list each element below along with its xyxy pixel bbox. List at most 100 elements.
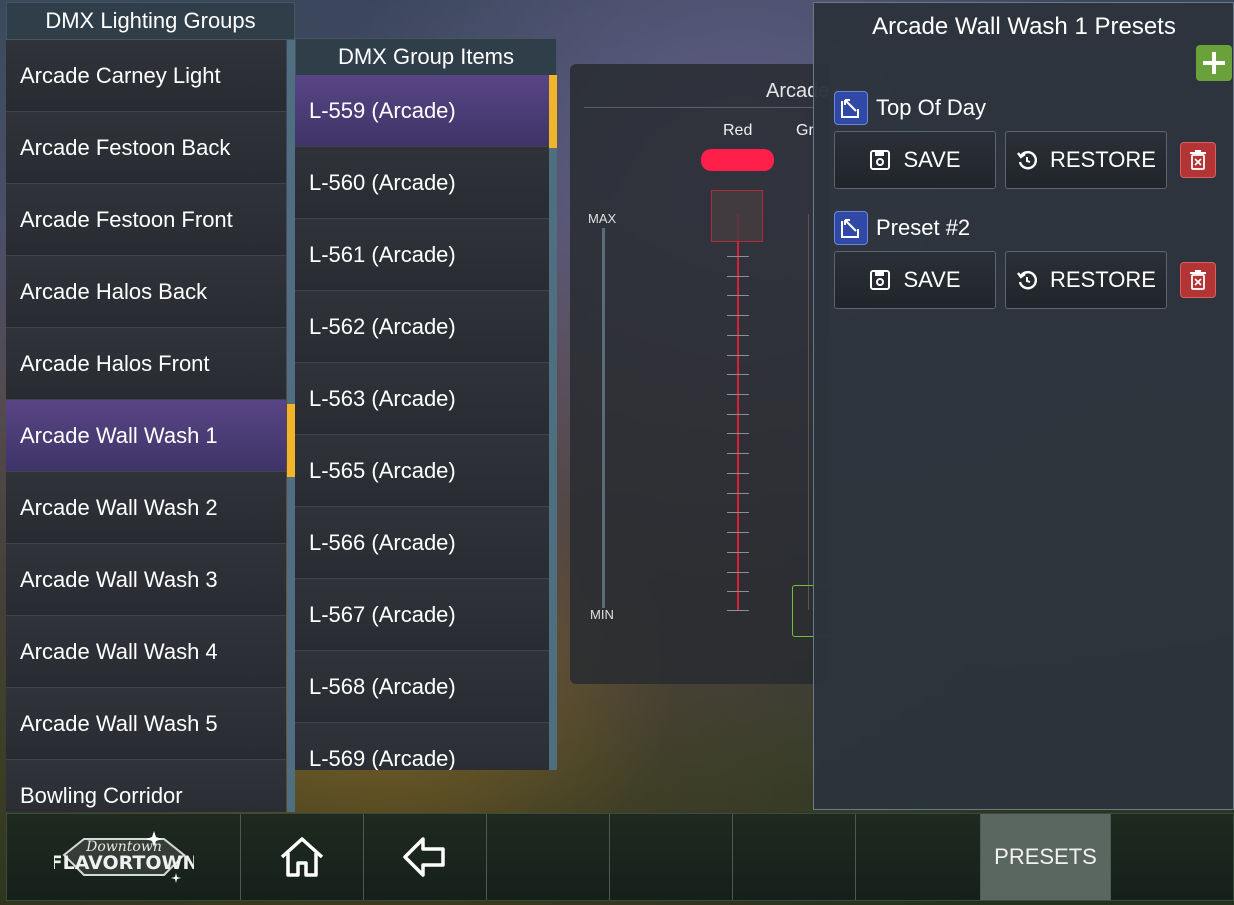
group-item[interactable]: Bowling Corridor <box>6 760 286 812</box>
save-preset-button[interactable]: SAVE <box>834 131 996 189</box>
save-label: SAVE <box>903 147 961 172</box>
slider-tick <box>727 512 749 513</box>
items-scroll-indicator[interactable] <box>549 75 557 148</box>
preset-name: Preset #2 <box>876 215 971 240</box>
home-button[interactable] <box>241 814 364 900</box>
group-items-title: DMX Group Items <box>295 38 557 76</box>
green-slider-track[interactable] <box>808 214 809 610</box>
slider-tick <box>727 315 749 316</box>
trash-icon <box>1190 150 1206 170</box>
group-item-selected[interactable]: Arcade Wall Wash 1 <box>6 400 286 472</box>
color-fader-panel: Arcade Wall Wash 1 / L-559 MAX MIN Red G… <box>570 64 830 684</box>
slider-tick <box>727 572 749 573</box>
groups-scrollbar[interactable] <box>287 40 295 812</box>
group-fixture-item[interactable]: L-566 (Arcade) <box>295 507 549 579</box>
group-item[interactable]: Arcade Festoon Back <box>6 112 286 184</box>
fixture-label: L-561 (Arcade) <box>309 241 456 267</box>
group-fixture-item[interactable]: L-565 (Arcade) <box>295 435 549 507</box>
save-label: SAVE <box>903 267 961 292</box>
red-color-swatch <box>701 149 774 171</box>
group-item[interactable]: Arcade Wall Wash 3 <box>6 544 286 616</box>
group-item[interactable]: Arcade Carney Light <box>6 40 286 112</box>
nav-empty-slot <box>487 814 610 900</box>
group-items-panel: DMX Group Items L-559 (Arcade) L-560 (Ar… <box>295 38 557 770</box>
group-item-label: Bowling Corridor <box>20 782 183 808</box>
group-fixture-item-selected[interactable]: L-559 (Arcade) <box>295 75 549 147</box>
presets-panel: Arcade Wall Wash 1 Presets Top Of Day SA… <box>813 2 1234 810</box>
add-preset-button[interactable] <box>1196 45 1232 81</box>
group-item[interactable]: Arcade Wall Wash 4 <box>6 616 286 688</box>
fixture-label: L-563 (Arcade) <box>309 385 456 411</box>
group-item-label: Arcade Carney Light <box>20 62 221 88</box>
group-fixture-item[interactable]: L-561 (Arcade) <box>295 219 549 291</box>
green-channel-label: Gr <box>796 122 814 139</box>
fixture-label: L-566 (Arcade) <box>309 529 456 555</box>
group-fixture-item[interactable]: L-569 (Arcade) <box>295 723 549 770</box>
group-fixture-item[interactable]: L-567 (Arcade) <box>295 579 549 651</box>
home-icon <box>280 837 324 877</box>
preset-row: Preset #2 <box>834 211 970 245</box>
fixture-label: L-559 (Arcade) <box>309 97 456 123</box>
slider-tick <box>727 552 749 553</box>
plus-icon <box>1203 52 1225 74</box>
fixture-label: L-560 (Arcade) <box>309 169 456 195</box>
group-item[interactable]: Arcade Halos Front <box>6 328 286 400</box>
slider-tick <box>727 591 749 592</box>
groups-scroll-indicator[interactable] <box>287 404 295 477</box>
items-scrollbar[interactable] <box>549 75 557 770</box>
group-fixture-item[interactable]: L-562 (Arcade) <box>295 291 549 363</box>
group-fixture-item[interactable]: L-563 (Arcade) <box>295 363 549 435</box>
delete-preset-button[interactable] <box>1180 262 1216 298</box>
slider-tick <box>727 453 749 454</box>
restore-preset-button[interactable]: RESTORE <box>1005 251 1167 309</box>
group-item-label: Arcade Wall Wash 1 <box>20 422 218 448</box>
slider-tick <box>727 473 749 474</box>
back-button[interactable] <box>364 814 487 900</box>
logo-cell: Downtown FLAVORTOWN <box>7 814 241 900</box>
slider-tick <box>727 532 749 533</box>
edit-icon <box>841 99 859 118</box>
red-slider-handle[interactable] <box>711 190 763 242</box>
restore-icon <box>1017 271 1038 290</box>
red-channel-label: Red <box>723 122 753 139</box>
slider-tick <box>727 610 749 611</box>
nav-empty-slot <box>733 814 856 900</box>
group-item[interactable]: Arcade Halos Back <box>6 256 286 328</box>
group-item-label: Arcade Wall Wash 5 <box>20 710 218 736</box>
restore-label: RESTORE <box>1050 147 1156 172</box>
slider-tick <box>727 256 749 257</box>
group-fixture-item[interactable]: L-560 (Arcade) <box>295 147 549 219</box>
rename-preset-button[interactable] <box>834 211 868 245</box>
rename-preset-button[interactable] <box>834 91 868 125</box>
back-arrow-icon <box>403 837 445 877</box>
group-fixture-item[interactable]: L-568 (Arcade) <box>295 651 549 723</box>
fixture-label: L-565 (Arcade) <box>309 457 456 483</box>
fixture-label: L-567 (Arcade) <box>309 601 456 627</box>
group-item-label: Arcade Festoon Back <box>20 134 231 160</box>
restore-preset-button[interactable]: RESTORE <box>1005 131 1167 189</box>
lighting-groups-title: DMX Lighting Groups <box>6 2 295 40</box>
save-icon <box>870 150 891 170</box>
save-preset-button[interactable]: SAVE <box>834 251 996 309</box>
group-item[interactable]: Arcade Wall Wash 5 <box>6 688 286 760</box>
nav-empty-slot <box>610 814 733 900</box>
restore-icon <box>1017 151 1038 170</box>
presets-tab-button[interactable]: PRESETS <box>981 814 1111 900</box>
group-item[interactable]: Arcade Wall Wash 2 <box>6 472 286 544</box>
slider-tick <box>727 414 749 415</box>
slider-tick <box>727 394 749 395</box>
scale-max-label: MAX <box>588 211 617 226</box>
bottom-nav-bar: Downtown FLAVORTOWN PRESETS <box>6 813 1234 901</box>
group-item[interactable]: Arcade Festoon Front <box>6 184 286 256</box>
scale-min-label: MIN <box>590 607 614 622</box>
fixture-label: L-569 (Arcade) <box>309 745 456 771</box>
delete-preset-button[interactable] <box>1180 142 1216 178</box>
flavortown-logo: Downtown FLAVORTOWN <box>54 831 194 883</box>
group-item-label: Arcade Halos Back <box>20 278 208 304</box>
scale-line <box>602 228 605 608</box>
slider-tick <box>727 433 749 434</box>
edit-icon <box>841 219 859 238</box>
red-slider-track[interactable] <box>737 214 739 610</box>
slider-tick <box>727 295 749 296</box>
presets-tab-label: PRESETS <box>994 844 1097 869</box>
